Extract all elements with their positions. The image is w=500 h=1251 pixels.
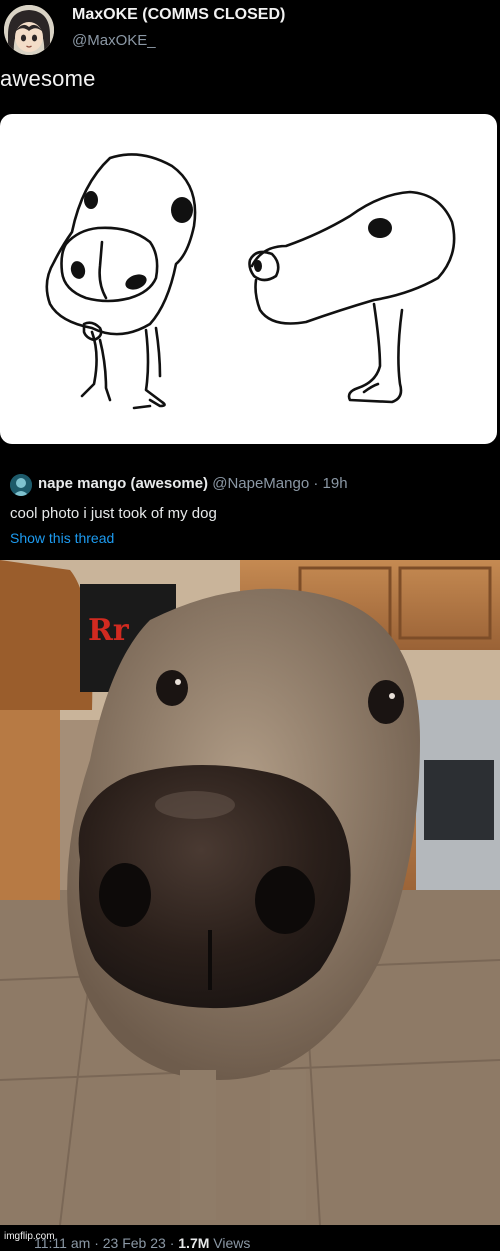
display-name[interactable]: MaxOKE (COMMS CLOSED) [72, 6, 285, 24]
dog-nose-drawing [45, 153, 456, 410]
views-count: 1.7M [178, 1235, 210, 1251]
quote-separator: · [313, 475, 319, 492]
quote-text: cool photo i just took of my dog [10, 505, 217, 522]
tweet-text: awesome [0, 66, 96, 91]
meta-separator: · [94, 1235, 99, 1251]
quote-age[interactable]: 19h [323, 475, 348, 492]
tweet-date[interactable]: 23 Feb 23 [103, 1235, 166, 1251]
imgflip-watermark: imgflip.com [4, 1231, 55, 1242]
dog-photo[interactable]: Rr [0, 560, 500, 1225]
avatar-anime-girl-icon [4, 5, 54, 55]
quote-author-line: nape mango (awesome) @NapeMango · 19h [38, 475, 348, 492]
tweet-footer: 11:11 am · 23 Feb 23 · 1.7M Views [0, 1225, 500, 1251]
sign-text: Rr [88, 613, 130, 648]
meta-separator: · [169, 1235, 175, 1251]
quote-handle[interactable]: @NapeMango [212, 475, 309, 492]
show-thread-link[interactable]: Show this thread [10, 530, 114, 546]
tweet-image-drawing[interactable] [0, 114, 497, 444]
dog-closeup-photo: Rr [0, 560, 500, 1225]
tweet-header: MaxOKE (COMMS CLOSED) @MaxOKE_ [0, 0, 500, 60]
quote-display-name[interactable]: nape mango (awesome) [38, 475, 208, 492]
quoted-tweet[interactable]: nape mango (awesome) @NapeMango · 19h co… [0, 462, 500, 554]
quote-avatar[interactable] [10, 474, 32, 496]
views-label: Views [213, 1235, 251, 1251]
quote-avatar-icon [10, 474, 32, 496]
tweet-metadata: 11:11 am · 23 Feb 23 · 1.7M Views [34, 1235, 250, 1251]
avatar[interactable] [4, 5, 54, 55]
user-handle[interactable]: @MaxOKE_ [72, 32, 156, 49]
